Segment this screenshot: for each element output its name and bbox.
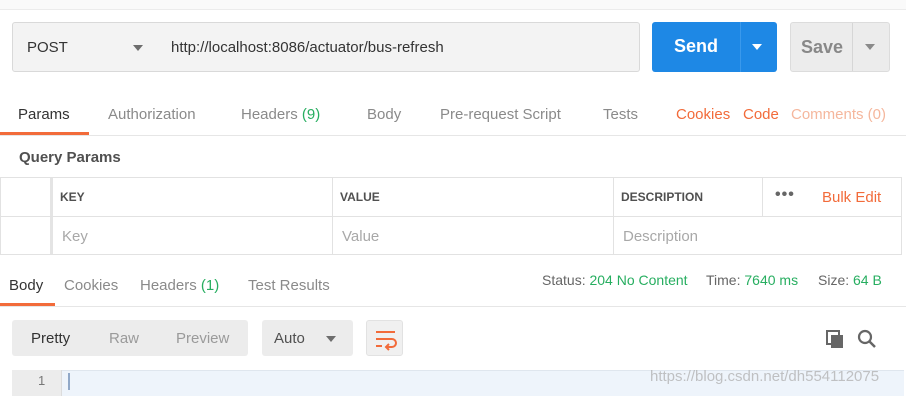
time-label: Time: — [706, 272, 741, 288]
wrap-lines-button[interactable] — [366, 320, 403, 356]
status-value: 204 No Content — [589, 272, 688, 288]
text-cursor — [68, 373, 70, 390]
response-tab-headers[interactable]: Headers (1) — [140, 277, 219, 294]
chevron-down-icon — [133, 45, 143, 51]
watermark: https://blog.csdn.net/dh554112075 — [650, 368, 880, 385]
comments-link[interactable]: Comments (0) — [791, 106, 886, 123]
language-label: Auto — [274, 330, 305, 347]
url-value: http://localhost:8086/actuator/bus-refre… — [171, 39, 444, 56]
line-number-gutter — [12, 370, 62, 396]
cookies-link[interactable]: Cookies — [676, 106, 730, 123]
query-params-title: Query Params — [19, 149, 121, 166]
time-value: 7640 ms — [744, 272, 799, 288]
save-options-chevron-down-icon[interactable] — [865, 44, 875, 50]
response-tab-test-results[interactable]: Test Results — [248, 277, 330, 294]
time-readout: Time: 7640 ms — [706, 272, 798, 288]
query-params-table — [0, 177, 902, 255]
format-preview-button[interactable]: Preview — [176, 330, 229, 347]
search-icon[interactable] — [856, 328, 878, 350]
send-options-chevron-down-icon[interactable] — [752, 44, 762, 50]
response-tab-headers-label: Headers — [140, 277, 197, 294]
method-label: POST — [27, 39, 68, 56]
copy-icon[interactable] — [824, 328, 846, 350]
format-pretty-button[interactable]: Pretty — [31, 330, 70, 347]
tab-pre-request-script[interactable]: Pre-request Script — [440, 106, 561, 123]
size-readout: Size: 64 B — [818, 272, 882, 288]
column-divider — [762, 178, 763, 216]
status-label: Status: — [542, 272, 586, 288]
more-options-icon[interactable]: ••• — [775, 186, 795, 204]
status-readout: Status: 204 No Content — [542, 272, 688, 288]
tab-headers-count: (9) — [301, 106, 321, 123]
tab-headers[interactable]: Headers (9) — [241, 106, 320, 123]
tab-params[interactable]: Params — [18, 106, 70, 123]
response-tab-cookies[interactable]: Cookies — [64, 277, 118, 294]
column-header-description: DESCRIPTION — [621, 190, 704, 204]
divider — [0, 135, 906, 136]
line-number: 1 — [38, 373, 46, 388]
save-button[interactable]: Save — [790, 22, 890, 72]
send-label: Send — [674, 36, 719, 56]
column-header-key: KEY — [60, 190, 85, 204]
method-select[interactable]: POST — [12, 22, 158, 72]
send-button[interactable]: Send — [652, 22, 777, 72]
divider — [0, 306, 906, 307]
response-tab-body[interactable]: Body — [9, 277, 43, 294]
size-value: 64 B — [853, 272, 882, 288]
save-divider — [852, 23, 853, 71]
description-input[interactable]: Description — [623, 228, 698, 245]
save-label: Save — [801, 37, 844, 57]
tab-authorization[interactable]: Authorization — [108, 106, 196, 123]
code-link[interactable]: Code — [743, 106, 779, 123]
key-input[interactable]: Key — [62, 228, 88, 245]
response-tab-headers-count: (1) — [200, 277, 220, 294]
chevron-down-icon — [326, 336, 336, 342]
send-divider — [740, 22, 741, 72]
tab-headers-label: Headers — [241, 106, 298, 123]
top-strip — [0, 0, 906, 10]
value-input[interactable]: Value — [342, 228, 379, 245]
url-input[interactable]: http://localhost:8086/actuator/bus-refre… — [157, 22, 640, 72]
wrap-lines-icon — [376, 331, 397, 351]
column-header-value: VALUE — [340, 190, 380, 204]
size-label: Size: — [818, 272, 850, 288]
language-select[interactable]: Auto — [262, 320, 353, 356]
row-divider — [1, 216, 901, 217]
bulk-edit-link[interactable]: Bulk Edit — [822, 189, 881, 206]
format-raw-button[interactable]: Raw — [109, 330, 139, 347]
tab-body[interactable]: Body — [367, 106, 401, 123]
tab-tests[interactable]: Tests — [603, 106, 638, 123]
